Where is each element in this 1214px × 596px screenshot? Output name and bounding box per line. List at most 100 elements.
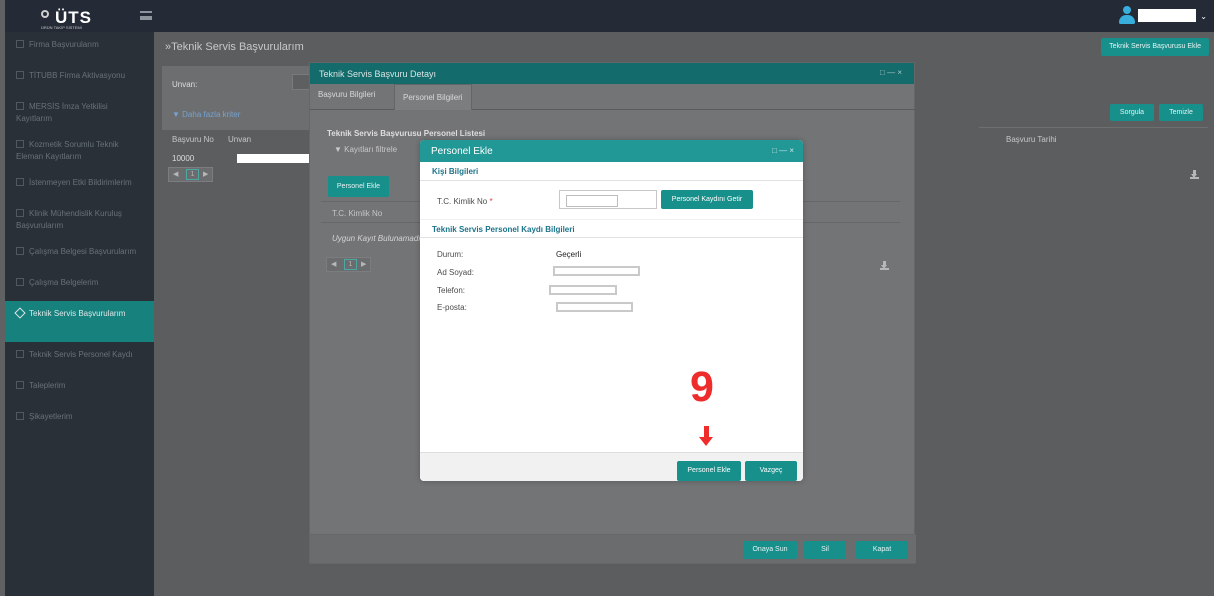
uts-logo: ÜTS ÜRÜN TAKİP SİSTEMİ — [41, 8, 92, 30]
pencil-icon — [16, 350, 24, 358]
sidebar-item-calisma-belgelerim[interactable]: Çalışma Belgelerim — [5, 270, 154, 301]
chevron-down-icon[interactable]: ⌄ — [1200, 12, 1207, 21]
message-icon — [16, 412, 24, 420]
sidebar-item-label: Çalışma Belgelerim — [29, 278, 99, 287]
sidebar-item-mersis-imza-yetkilisi[interactable]: MERSİS İmza Yetkilisi Kayıtlarım — [5, 94, 154, 132]
sidebar-item-istenmeyen-etki[interactable]: İstenmeyen Etki Bildirimlerim — [5, 170, 154, 201]
applications-table-header: Başvuru No Unvan — [162, 127, 309, 147]
sidebar-item-kozmetik-sorumlu[interactable]: Kozmetik Sorumlu Teknik Eleman Kayıtları… — [5, 132, 154, 170]
add-technical-service-application-button[interactable]: Teknik Servis Başvurusu Ekle — [1101, 38, 1209, 56]
application-date-header[interactable]: Başvuru Tarihi — [1006, 135, 1057, 144]
add-personnel-button[interactable]: Personel Ekle — [677, 461, 741, 481]
user-icon[interactable] — [1118, 6, 1136, 26]
document-icon — [16, 71, 24, 79]
add-personnel-modal: Personel Ekle □ — × Kişi Bilgileri T.C. … — [420, 140, 803, 481]
download-icon[interactable] — [880, 261, 889, 270]
sidebar-item-teknik-servis-personel[interactable]: Teknik Servis Personel Kaydı — [5, 342, 154, 373]
status-label: Durum: — [437, 250, 464, 259]
submit-for-approval-button[interactable]: Onaya Sun — [743, 541, 797, 559]
network-icon — [16, 278, 24, 286]
page-title: »Teknik Servis Başvurularım — [165, 41, 304, 53]
window-controls-icon[interactable]: □ — × — [772, 146, 794, 155]
fetch-personnel-record-button[interactable]: Personel Kaydını Getir — [661, 190, 753, 209]
filter-records-toggle[interactable]: ▼ Kayıtları filtrele — [334, 145, 397, 154]
current-page-button[interactable]: 1 — [186, 169, 199, 180]
sidebar-item-teknik-servis[interactable]: Teknik Servis Başvurularım — [5, 301, 154, 342]
delete-button[interactable]: Sil — [804, 541, 846, 559]
sidebar-item-taleplerim[interactable]: Taleplerim — [5, 373, 154, 404]
previous-page-icon[interactable]: ◀ — [331, 260, 336, 268]
sidebar-item-titubb-firma-aktivasyonu[interactable]: TİTUBB Firma Aktivasyonu — [5, 63, 154, 94]
personal-information-section: Kişi Bilgileri — [420, 162, 803, 181]
download-icon[interactable] — [1190, 170, 1199, 179]
email-value-masked — [556, 302, 633, 312]
filter-panel: Unvan: ▼ Daha fazla kriter — [162, 66, 310, 130]
phone-label: Telefon: — [437, 286, 466, 295]
modal-footer: Personel Ekle Vazgeç — [420, 452, 803, 481]
down-arrow-icon — [699, 426, 713, 446]
detail-tabs: Başvuru Bilgileri Personel Bilgileri — [310, 84, 916, 110]
detail-window-header: Teknik Servis Başvuru Detayı □ — × — [310, 63, 914, 84]
sidebar-item-firma-basvurularim[interactable]: Firma Başvurularım — [5, 32, 154, 63]
personnel-pagination: ◀ 1 ▶ — [326, 257, 371, 272]
title-filter-input[interactable] — [292, 74, 310, 90]
identity-number-input[interactable] — [559, 190, 657, 209]
empty-records-message: Uygun Kayıt Bulunamadı — [332, 234, 421, 243]
title-cell[interactable] — [237, 154, 309, 163]
identity-number-label-text: T.C. Kimlik No — [437, 197, 488, 206]
network-icon — [16, 209, 24, 217]
window-controls-icon[interactable]: □ — × — [880, 68, 902, 77]
logo-mark-icon — [41, 10, 49, 18]
sidebar-item-label: Kozmetik Sorumlu Teknik Eleman Kayıtları… — [16, 140, 119, 161]
table-row[interactable]: 10000 — [162, 149, 309, 169]
sidebar-item-label: Klinik Mühendislik Kuruluş Başvurularım — [16, 209, 122, 230]
sidebar-item-sikayetlerim[interactable]: Şikayetlerim — [5, 404, 154, 435]
current-page-button[interactable]: 1 — [344, 259, 357, 270]
name-label: Ad Soyad: — [437, 268, 474, 277]
document-icon — [16, 140, 24, 148]
add-personnel-list-button[interactable]: Personel Ekle — [328, 176, 389, 197]
sidebar-item-label: Firma Başvurularım — [29, 40, 99, 49]
sidebar-item-calisma-belgesi[interactable]: Çalışma Belgesi Başvurularım — [5, 239, 154, 270]
search-button[interactable]: Sorgula — [1110, 104, 1154, 121]
alert-icon — [16, 178, 24, 186]
applications-table-right-header: Başvuru Tarihi — [979, 127, 1208, 147]
document-icon — [16, 102, 24, 110]
tab-application-information[interactable]: Başvuru Bilgileri — [318, 90, 375, 99]
sidebar-item-label: Taleplerim — [29, 381, 66, 390]
previous-page-icon[interactable]: ◀ — [173, 170, 178, 178]
personnel-record-section: Teknik Servis Personel Kaydı Bilgileri — [420, 219, 803, 238]
detail-window-footer: Onaya Sun Sil Kapat — [310, 534, 916, 563]
more-filters-link[interactable]: ▼ Daha fazla kriter — [172, 110, 240, 119]
identity-number-header[interactable]: T.C. Kimlik No — [332, 209, 382, 218]
wrench-icon — [14, 307, 26, 319]
sidebar-item-label: MERSİS İmza Yetkilisi Kayıtlarım — [16, 102, 108, 123]
close-button[interactable]: Kapat — [856, 541, 908, 559]
step-nine-annotation: 9 — [690, 363, 714, 411]
sidebar-item-klinik-muhendislik[interactable]: Klinik Mühendislik Kuruluş Başvurularım — [5, 201, 154, 239]
phone-value-masked — [549, 285, 617, 295]
sidebar-item-label: TİTUBB Firma Aktivasyonu — [29, 71, 126, 80]
hamburger-menu-icon[interactable] — [140, 11, 152, 20]
user-name-field[interactable] — [1138, 9, 1196, 22]
document-icon — [16, 40, 24, 48]
application-number-header[interactable]: Başvuru No — [172, 135, 214, 144]
sidebar-item-label: Teknik Servis Başvurularım — [29, 309, 126, 318]
clear-button[interactable]: Temizle — [1159, 104, 1203, 121]
next-page-icon[interactable]: ▶ — [203, 170, 208, 178]
network-icon — [16, 247, 24, 255]
title-header[interactable]: Unvan — [228, 135, 251, 144]
cancel-button[interactable]: Vazgeç — [745, 461, 797, 481]
next-page-icon[interactable]: ▶ — [361, 260, 366, 268]
personnel-list-title: Teknik Servis Başvurusu Personel Listesi — [327, 129, 486, 138]
identity-number-label: T.C. Kimlik No * — [437, 197, 493, 206]
sidebar-item-label: Teknik Servis Personel Kaydı — [29, 350, 133, 359]
detail-window-title: Teknik Servis Başvuru Detayı — [319, 69, 437, 79]
tab-personnel-information[interactable]: Personel Bilgileri — [394, 84, 472, 110]
top-navigation-bar: ÜTS ÜRÜN TAKİP SİSTEMİ ⌄ — [5, 0, 1214, 32]
modal-header: Personel Ekle □ — × — [420, 140, 803, 162]
status-value: Geçerli — [556, 250, 582, 259]
application-number-cell[interactable]: 10000 — [172, 154, 194, 163]
sidebar-item-label: İstenmeyen Etki Bildirimlerim — [29, 178, 132, 187]
modal-title: Personel Ekle — [431, 146, 493, 157]
